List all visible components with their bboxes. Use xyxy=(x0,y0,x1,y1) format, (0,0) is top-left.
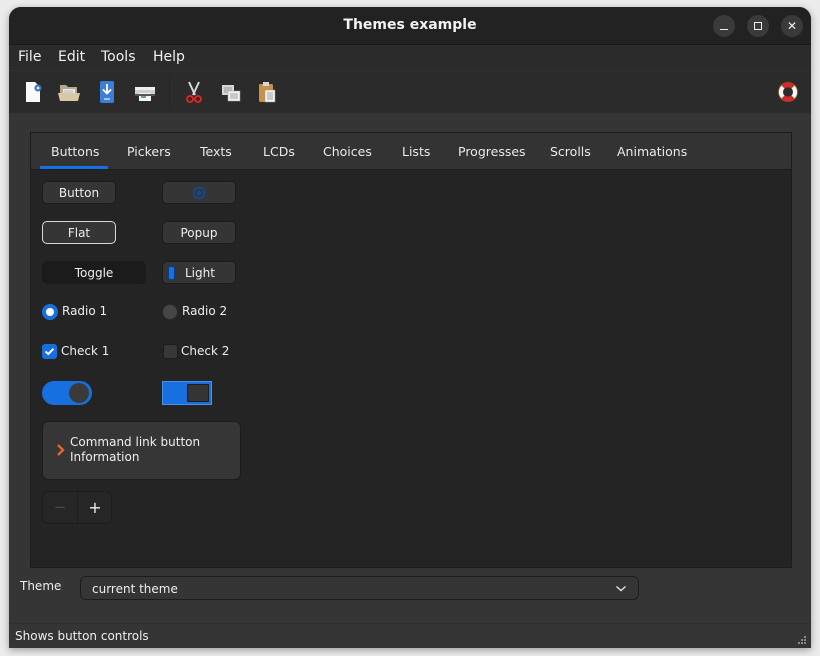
menu-bar: File Edit Tools Help xyxy=(9,45,811,70)
flat-button[interactable]: Flat xyxy=(42,221,116,244)
menu-file[interactable]: File xyxy=(18,49,41,65)
command-link-button[interactable]: Command link button Information xyxy=(42,421,241,480)
copy-button[interactable] xyxy=(219,80,241,104)
check-2-label: Check 2 xyxy=(181,344,230,358)
help-lifebuoy-icon xyxy=(778,82,798,102)
theme-value: current theme xyxy=(92,582,178,596)
chevron-down-icon xyxy=(616,585,626,592)
checkmark-icon xyxy=(44,348,55,356)
copy-icon xyxy=(222,85,241,102)
check-1-label: Check 1 xyxy=(61,344,110,358)
close-button[interactable]: ✕ xyxy=(781,15,803,37)
status-text: Shows button controls xyxy=(15,629,149,643)
command-link-description: Information xyxy=(70,450,140,464)
cut-button[interactable] xyxy=(183,80,205,104)
check-2-indicator xyxy=(163,344,178,359)
toggle-button[interactable]: Toggle xyxy=(42,261,146,284)
radio-target-icon xyxy=(192,186,206,199)
resize-grip-icon[interactable] xyxy=(797,635,807,645)
save-download-icon xyxy=(100,81,114,103)
decrement-button[interactable]: − xyxy=(43,492,78,523)
radio-1-indicator xyxy=(42,304,58,320)
toolbar xyxy=(9,70,811,113)
minimize-icon xyxy=(720,28,728,31)
check-1-indicator xyxy=(42,344,57,359)
menu-edit[interactable]: Edit xyxy=(58,49,85,65)
tab-bar: Buttons Pickers Texts LCDs Choices Lists… xyxy=(31,133,791,170)
paste-button[interactable] xyxy=(256,80,278,104)
print-button[interactable] xyxy=(132,80,158,104)
status-bar: Shows button controls xyxy=(9,623,811,648)
increment-button[interactable]: + xyxy=(78,492,112,523)
radio-1-label: Radio 1 xyxy=(62,304,108,318)
menu-tools[interactable]: Tools xyxy=(101,49,136,65)
push-button[interactable]: Button xyxy=(42,181,116,204)
tab-widget: Buttons Pickers Texts LCDs Choices Lists… xyxy=(30,132,792,568)
theme-combobox[interactable]: current theme xyxy=(80,576,639,600)
toolbar-separator xyxy=(169,75,170,109)
window-title: Themes example xyxy=(343,17,477,33)
icon-button[interactable] xyxy=(162,181,236,204)
quantity-stepper: − + xyxy=(42,491,112,524)
new-document-button[interactable] xyxy=(23,80,45,104)
printer-icon xyxy=(135,87,155,101)
tab-lists[interactable]: Lists xyxy=(402,144,430,159)
minimize-button[interactable] xyxy=(713,15,735,37)
popup-button[interactable]: Popup xyxy=(162,221,236,244)
switch-1[interactable] xyxy=(42,381,92,405)
tab-choices[interactable]: Choices xyxy=(323,144,372,159)
tab-pickers[interactable]: Pickers xyxy=(127,144,171,159)
new-document-icon xyxy=(26,82,42,102)
tab-buttons[interactable]: Buttons xyxy=(51,144,99,159)
switch-1-knob xyxy=(69,383,89,403)
switch-2[interactable] xyxy=(162,381,212,405)
main-window: Themes example ✕ File Edit Tools Help Bu… xyxy=(9,7,811,648)
close-icon: ✕ xyxy=(786,19,798,33)
save-button[interactable] xyxy=(96,80,118,104)
chevron-right-icon xyxy=(57,444,65,456)
paste-clipboard-icon xyxy=(259,82,276,103)
command-link-title: Command link button xyxy=(70,435,201,449)
switch-2-knob xyxy=(187,384,209,402)
theme-label: Theme xyxy=(20,579,62,593)
open-folder-icon xyxy=(58,85,80,101)
light-button[interactable]: Light xyxy=(162,261,236,284)
open-button[interactable] xyxy=(57,80,80,104)
help-button[interactable] xyxy=(776,80,798,104)
tab-progresses[interactable]: Progresses xyxy=(458,144,526,159)
tab-scrolls[interactable]: Scrolls xyxy=(550,144,591,159)
radio-2-label: Radio 2 xyxy=(182,304,228,318)
tab-texts[interactable]: Texts xyxy=(200,144,232,159)
tab-lcds[interactable]: LCDs xyxy=(263,144,295,159)
menu-help[interactable]: Help xyxy=(153,49,185,65)
light-indicator xyxy=(168,266,175,280)
maximize-button[interactable] xyxy=(747,15,769,37)
active-tab-indicator xyxy=(40,166,108,169)
tab-animations[interactable]: Animations xyxy=(617,144,687,159)
cut-scissors-icon xyxy=(186,81,202,103)
maximize-icon xyxy=(754,21,762,30)
title-bar[interactable]: Themes example ✕ xyxy=(9,7,811,45)
light-button-label: Light xyxy=(185,266,215,280)
radio-2-indicator xyxy=(162,304,178,320)
